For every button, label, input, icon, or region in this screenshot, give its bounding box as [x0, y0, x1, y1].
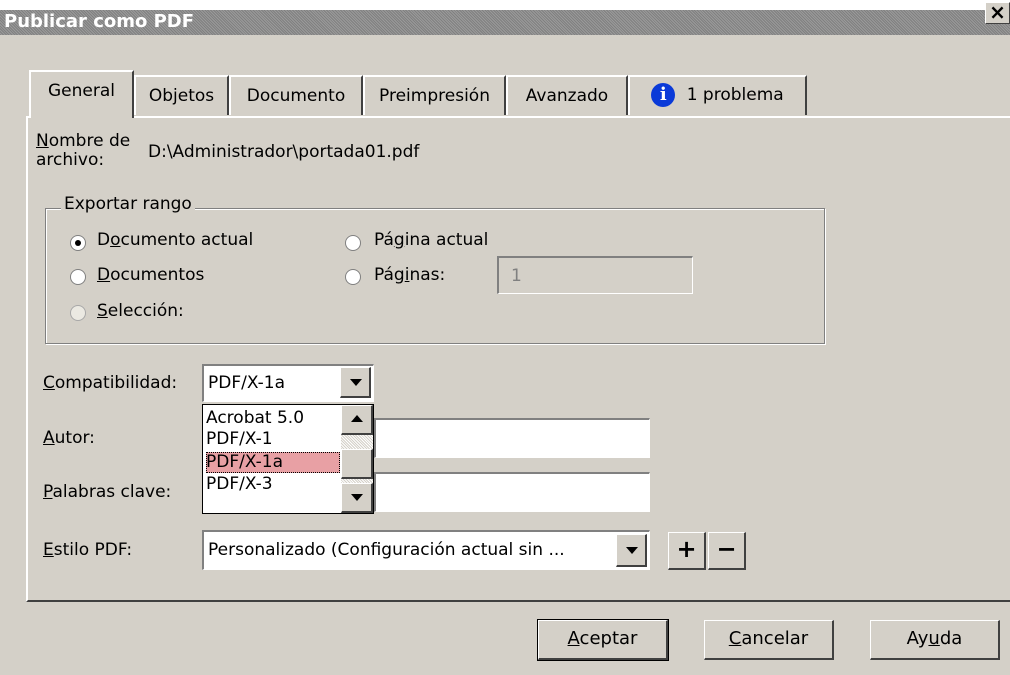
filename-label-line2: archivo: [36, 150, 105, 170]
plus-icon: + [676, 535, 697, 563]
tab-documento-label: Documento [246, 86, 346, 106]
scroll-thumb[interactable] [341, 449, 373, 479]
list-item[interactable]: PDF/X-3 [206, 474, 340, 495]
tab-problema-label: 1 problema [686, 85, 784, 105]
chevron-down-icon [350, 379, 362, 386]
radio-documento-actual-label: Documento actual [97, 230, 254, 250]
pdf-style-label: Estilo PDF: [43, 540, 133, 560]
tab-documento[interactable]: Documento [229, 75, 363, 115]
author-input[interactable] [374, 418, 650, 458]
add-style-button[interactable]: + [668, 532, 706, 570]
author-label: Autor: [43, 428, 95, 448]
remove-style-button[interactable]: − [708, 532, 746, 570]
keywords-label: Palabras clave: [43, 482, 172, 502]
title-bar[interactable]: Publicar como PDF [0, 0, 1010, 35]
radio-pagina-actual[interactable] [345, 235, 361, 251]
tab-preimpresion[interactable]: Preimpresión [363, 75, 506, 115]
tab-avanzado-label: Avanzado [525, 86, 609, 106]
tab-problema[interactable]: i 1 problema [628, 75, 807, 115]
cancel-button[interactable]: Cancelar [704, 620, 834, 660]
pages-input[interactable]: 1 [497, 256, 693, 294]
radio-seleccion[interactable] [70, 305, 86, 321]
keywords-input[interactable] [374, 472, 650, 512]
compat-select-value: PDF/X-1a [208, 373, 286, 393]
tab-avanzado[interactable]: Avanzado [506, 75, 628, 115]
radio-documentos-label: Documentos [97, 265, 205, 285]
chevron-up-icon [351, 415, 363, 422]
tab-general-label: General [48, 81, 115, 101]
pdf-style-select[interactable]: Personalizado (Configuración actual sin … [202, 530, 650, 570]
info-icon: i [651, 83, 676, 107]
compat-dropdown-button[interactable] [340, 367, 371, 398]
pdf-style-value: Personalizado (Configuración actual sin … [208, 540, 565, 560]
tab-objetos-label: Objetos [148, 86, 215, 106]
radio-paginas-label: Páginas: [374, 265, 446, 285]
scrollbar[interactable] [341, 405, 373, 513]
radio-seleccion-label: Selección: [97, 301, 184, 321]
chevron-down-icon [626, 547, 638, 554]
compat-select[interactable]: PDF/X-1a [202, 364, 374, 402]
export-range-legend: Exportar rango [61, 194, 195, 214]
filename-label-line1: ombre de [48, 131, 131, 151]
list-item-selected[interactable]: PDF/X-1a [206, 452, 340, 473]
radio-documentos[interactable] [70, 269, 86, 285]
filename-value: D:\Administrador\portada01.pdf [148, 142, 420, 162]
tab-objetos[interactable]: Objetos [134, 75, 229, 115]
filename-label: Nombre de archivo: [36, 131, 131, 170]
radio-documento-actual[interactable] [70, 235, 86, 251]
tab-general[interactable]: General [29, 70, 134, 118]
list-item[interactable]: Acrobat 5.0 [206, 408, 340, 429]
radio-paginas[interactable] [345, 269, 361, 285]
close-icon: × [989, 0, 1006, 24]
radio-pagina-actual-label: Página actual [374, 230, 489, 250]
scroll-up-button[interactable] [341, 405, 373, 435]
scroll-down-button[interactable] [341, 483, 373, 513]
help-button[interactable]: Ayuda [870, 620, 1000, 660]
pdf-style-dropdown-button[interactable] [616, 534, 647, 567]
minus-icon: − [716, 535, 737, 563]
ok-button[interactable]: Aceptar [537, 619, 669, 661]
window-title: Publicar como PDF [4, 11, 195, 32]
compat-label: Compatibilidad: [43, 373, 178, 393]
list-item[interactable]: PDF/X-1 [206, 429, 340, 450]
close-button[interactable]: × [985, 2, 1010, 24]
tab-preimpresion-label: Preimpresión [379, 86, 490, 106]
compat-dropdown-list[interactable]: Acrobat 5.0 PDF/X-1 PDF/X-1a PDF/X-3 [202, 404, 374, 514]
chevron-down-icon [351, 494, 363, 501]
